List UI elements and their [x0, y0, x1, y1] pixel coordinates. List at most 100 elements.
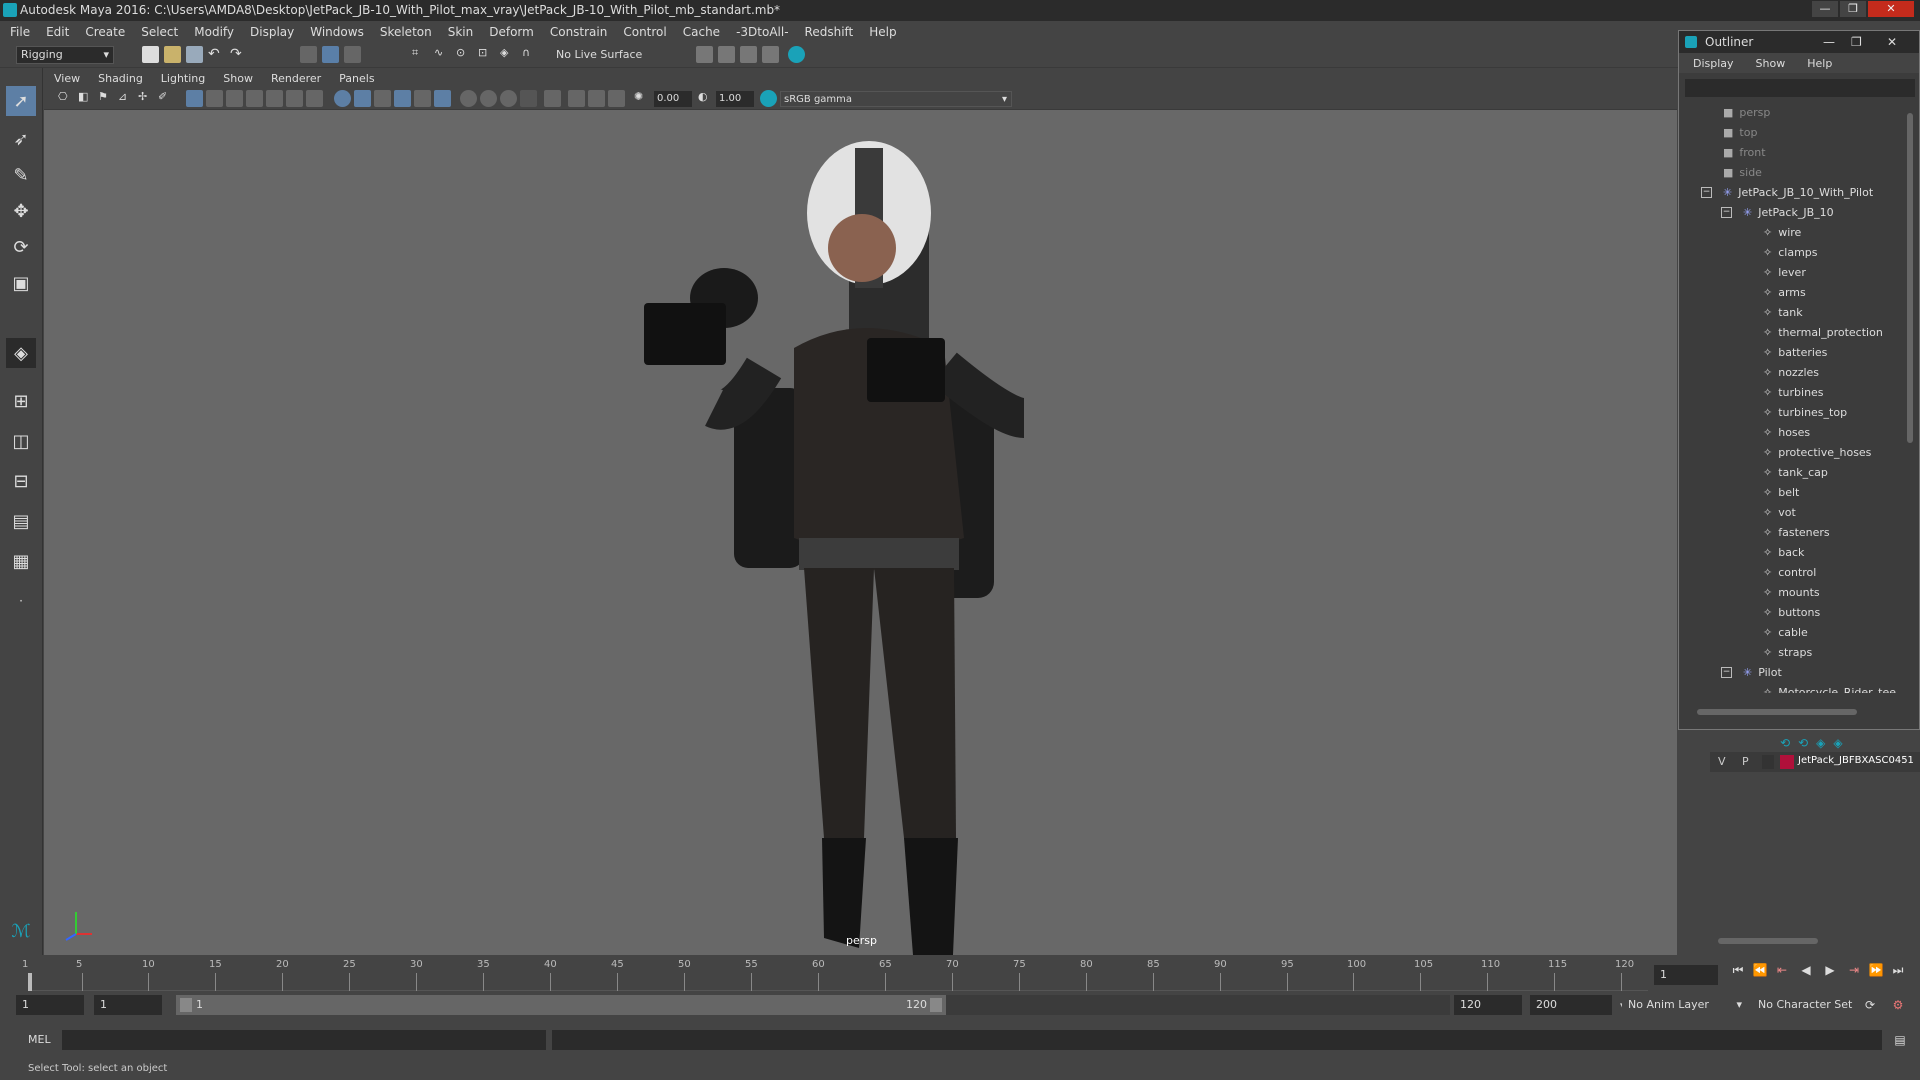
outliner-group-item[interactable]: − ✳ JetPack_JB_10_With_Pilot: [1701, 183, 1873, 203]
range-slider[interactable]: 1 120: [176, 995, 946, 1015]
collapse-toggle-icon[interactable]: −: [1701, 187, 1712, 198]
menu-skin[interactable]: Skin: [448, 25, 474, 39]
outliner-mesh-item[interactable]: ✧ turbines_top: [1763, 403, 1847, 423]
select-object-icon[interactable]: [322, 46, 339, 63]
snap-view-icon[interactable]: ⊡: [478, 46, 495, 63]
play-backwards-icon[interactable]: ◀: [1798, 962, 1814, 978]
hypershade-icon[interactable]: [788, 46, 805, 63]
select-component-icon[interactable]: [344, 46, 361, 63]
outliner-mesh-item[interactable]: ✧ back: [1763, 543, 1804, 563]
outliner-mesh-item[interactable]: ✧ fasteners: [1763, 523, 1830, 543]
resolution-gate-icon[interactable]: [226, 90, 243, 107]
snap-grid-icon[interactable]: ⌗: [412, 46, 429, 63]
outliner-mesh-item[interactable]: ✧ arms: [1763, 283, 1806, 303]
viewport-menu-show[interactable]: Show: [223, 72, 253, 85]
2d-pan-icon[interactable]: ✢: [138, 90, 155, 107]
time-slider[interactable]: 1 5 10 15 20 25 30 35 40 45 50 55 60 65 70 75 80 85 90 95 10…: [0, 955, 1920, 995]
gate-mask-icon[interactable]: [246, 90, 263, 107]
outliner-mesh-item[interactable]: ✧ batteries: [1763, 343, 1827, 363]
ambient-occlusion-icon[interactable]: [500, 90, 517, 107]
collapse-toggle-icon[interactable]: −: [1721, 667, 1732, 678]
outliner-vertical-scrollbar[interactable]: [1905, 103, 1915, 703]
outliner-mesh-item[interactable]: ✧ thermal_protection: [1763, 323, 1883, 343]
animation-preferences-icon[interactable]: ⚙: [1890, 997, 1906, 1013]
time-slider-ruler[interactable]: 1 5 10 15 20 25 30 35 40 45 50 55 60 65 70 75 80 85 90 95 10…: [22, 959, 1648, 991]
outliner-group-item[interactable]: − ✳ JetPack_JB_10: [1721, 203, 1834, 223]
outliner-camera-item[interactable]: ■ front: [1723, 143, 1766, 163]
close-button[interactable]: ✕: [1868, 1, 1914, 17]
move-tool-icon[interactable]: ✥: [6, 196, 36, 226]
xray-joints-icon[interactable]: [480, 90, 497, 107]
range-end-handle[interactable]: [930, 998, 942, 1012]
outliner-mesh-item[interactable]: ✧ cable: [1763, 623, 1808, 643]
scrollbar-thumb[interactable]: [1697, 709, 1857, 715]
play-forwards-icon[interactable]: ▶: [1822, 962, 1838, 978]
outliner-mesh-item[interactable]: ✧ wire: [1763, 223, 1801, 243]
outliner-maximize-button[interactable]: ❐: [1851, 31, 1862, 53]
live-surface-label[interactable]: No Live Surface: [556, 48, 642, 61]
outliner-camera-item[interactable]: ■ top: [1723, 123, 1757, 143]
shadows-icon[interactable]: [434, 90, 451, 107]
perspective-viewport[interactable]: View Shading Lighting Show Renderer Panels ⎔ …: [44, 68, 1677, 958]
current-time-indicator[interactable]: [28, 973, 32, 991]
auto-key-icon[interactable]: ⟳: [1862, 997, 1878, 1013]
two-view-layout-icon[interactable]: ◫: [6, 426, 36, 456]
select-hierarchy-icon[interactable]: [300, 46, 317, 63]
xray-icon[interactable]: [460, 90, 477, 107]
outliner-mesh-item[interactable]: ✧ control: [1763, 563, 1816, 583]
persp-outliner-layout-icon[interactable]: ⊟: [6, 466, 36, 496]
viewport-menu-renderer[interactable]: Renderer: [271, 72, 321, 85]
camera-attributes-icon[interactable]: ◧: [78, 90, 95, 107]
outliner-camera-item[interactable]: ■ persp: [1723, 103, 1770, 123]
select-tool-icon[interactable]: ➚: [6, 86, 36, 116]
snap-point-icon[interactable]: ⊙: [456, 46, 473, 63]
bookmark-icon[interactable]: ⚑: [98, 90, 115, 107]
render-view-icon[interactable]: [762, 46, 779, 63]
range-slider-track[interactable]: [946, 995, 1450, 1015]
outliner-mesh-item[interactable]: ✧ Motorcycle_Rider_tee: [1763, 683, 1896, 693]
camera-select-icon[interactable]: ⎔: [58, 90, 75, 107]
menu-skeleton[interactable]: Skeleton: [380, 25, 432, 39]
minimize-button[interactable]: —: [1812, 1, 1838, 17]
outliner-mesh-item[interactable]: ✧ straps: [1763, 643, 1812, 663]
paint-select-tool-icon[interactable]: ✎: [6, 160, 36, 190]
playback-end-field[interactable]: 120: [1454, 995, 1522, 1015]
textured-icon[interactable]: [394, 90, 411, 107]
menu-set-dropdown[interactable]: Rigging ▾: [16, 46, 114, 64]
outliner-mesh-item[interactable]: ✧ tank: [1763, 303, 1803, 323]
menu-edit[interactable]: Edit: [46, 25, 69, 39]
current-frame-field[interactable]: 1: [1654, 965, 1718, 985]
menu-display[interactable]: Display: [250, 25, 294, 39]
outliner-group-item[interactable]: − ✳ Pilot: [1721, 663, 1782, 683]
magnet-icon[interactable]: ∩: [522, 46, 539, 63]
outliner-horizontal-scrollbar[interactable]: [1687, 707, 1907, 717]
step-forward-frame-icon[interactable]: ⏩: [1868, 962, 1884, 978]
outliner-mesh-item[interactable]: ✧ buttons: [1763, 603, 1820, 623]
go-to-start-icon[interactable]: ⏮: [1730, 962, 1746, 978]
menu-redshift[interactable]: Redshift: [805, 25, 854, 39]
film-gate-icon[interactable]: [206, 90, 223, 107]
layer-tools-icon[interactable]: ⟲⟲◈◈: [1780, 736, 1851, 750]
scrollbar-thumb[interactable]: [1907, 113, 1913, 443]
menu-constrain[interactable]: Constrain: [550, 25, 608, 39]
end-time-field[interactable]: 200: [1530, 995, 1612, 1015]
soft-select-icon[interactable]: ◈: [6, 338, 36, 368]
menu-file[interactable]: File: [10, 25, 30, 39]
open-scene-icon[interactable]: [164, 46, 181, 63]
viewport-menu-lighting[interactable]: Lighting: [161, 72, 205, 85]
rotate-tool-icon[interactable]: ⟳: [6, 232, 36, 262]
lighting-icon[interactable]: [414, 90, 431, 107]
color-management-icon[interactable]: [760, 90, 777, 107]
menu-help[interactable]: Help: [869, 25, 896, 39]
outliner-mesh-item[interactable]: ✧ protective_hoses: [1763, 443, 1871, 463]
outliner-menu-help[interactable]: Help: [1807, 57, 1832, 70]
range-start-handle[interactable]: [180, 998, 192, 1012]
frame-selected-icon[interactable]: [608, 90, 625, 107]
hud-icon[interactable]: [568, 90, 585, 107]
snap-surface-icon[interactable]: ◈: [500, 46, 517, 63]
layer-reference-toggle[interactable]: [1762, 755, 1774, 769]
motion-blur-icon[interactable]: [520, 90, 537, 107]
outliner-mesh-item[interactable]: ✧ belt: [1763, 483, 1799, 503]
grease-pencil-icon[interactable]: ✐: [158, 90, 175, 107]
hypershade-layout-icon[interactable]: ▦: [6, 546, 36, 576]
